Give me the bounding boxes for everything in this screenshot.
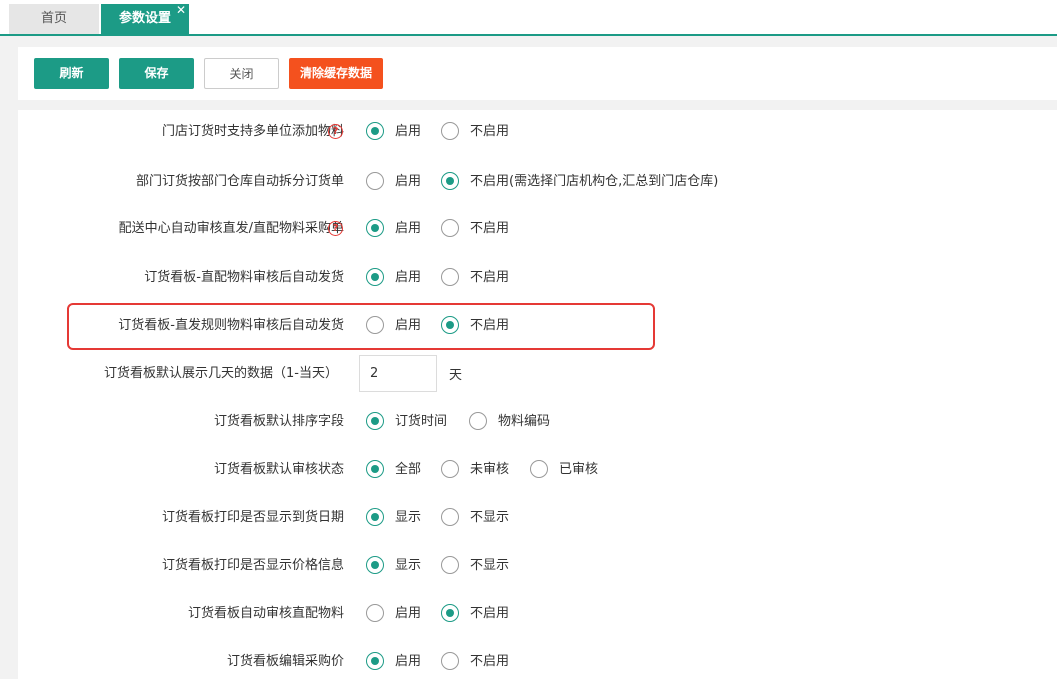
radio-label: 物料编码: [498, 414, 551, 429]
tab-label: 参数设置: [118, 11, 171, 26]
setting-label: 订货看板打印是否显示到货日期: [161, 510, 344, 525]
setting-row: 订货看板默认审核状态 全部 未审核 已审核: [18, 455, 1057, 485]
radio-circle-icon: [366, 219, 384, 237]
radio-label: 启用: [395, 654, 422, 669]
radio-label: 已审核: [559, 462, 599, 477]
setting-label: 订货看板默认展示几天的数据（1-当天）: [104, 366, 338, 381]
radio-circle-icon: [366, 604, 384, 622]
radio-circle-icon: [441, 556, 459, 574]
setting-row: 订货看板-直发规则物料审核后自动发货 启用 不启用: [18, 311, 1057, 341]
setting-row: 订货看板打印是否显示价格信息 显示 不显示: [18, 551, 1057, 581]
setting-row: 配送中心自动审核直发/直配物料采购单 ? 启用 不启用: [18, 214, 1057, 244]
setting-label: 部门订货按部门仓库自动拆分订货单: [135, 174, 344, 189]
radio-circle-icon: [366, 122, 384, 140]
radio-circle-icon: [366, 508, 384, 526]
setting-label: 门店订货时支持多单位添加物料: [161, 124, 344, 139]
close-button[interactable]: 关闭: [204, 58, 279, 89]
radio-circle-icon: [366, 556, 384, 574]
radio-circle-icon: [366, 652, 384, 670]
radio-circle-icon: [366, 460, 384, 478]
radio-circle-icon: [441, 172, 459, 190]
radio-label: 不显示: [470, 510, 510, 525]
radio-label: 启用: [395, 318, 422, 333]
radio-circle-icon: [366, 316, 384, 334]
radio-label: 启用: [395, 174, 422, 189]
radio-label: 订货时间: [395, 414, 448, 429]
radio-circle-icon: [469, 412, 487, 430]
setting-row: 订货看板默认展示几天的数据（1-当天）: [18, 359, 1057, 389]
radio-circle-icon: [366, 268, 384, 286]
radio-label: 启用: [395, 124, 422, 139]
help-icon[interactable]: ?: [328, 221, 343, 236]
radio-circle-icon: [441, 268, 459, 286]
radio-circle-icon: [441, 652, 459, 670]
radio-circle-icon: [441, 316, 459, 334]
radio-circle-icon: [441, 219, 459, 237]
radio-label: 不启用: [470, 270, 510, 285]
radio-label: 不启用: [470, 221, 510, 236]
radio-label: 不启用: [470, 654, 510, 669]
refresh-button[interactable]: 刷新: [34, 58, 109, 89]
settings-panel: 门店订货时支持多单位添加物料 ? 启用 不启用 部门订货按部门仓库自动拆分订货单…: [18, 110, 1057, 679]
setting-row: 订货看板-直配物料审核后自动发货 启用 不启用: [18, 263, 1057, 293]
setting-label: 订货看板默认审核状态: [213, 462, 344, 477]
radio-label: 启用: [395, 270, 422, 285]
radio-label: 不启用(需选择门店机构仓,汇总到门店仓库): [470, 174, 719, 189]
save-button[interactable]: 保存: [119, 58, 194, 89]
setting-row: 订货看板默认排序字段 订货时间 物料编码: [18, 407, 1057, 437]
setting-label: 订货看板-直发规则物料审核后自动发货: [118, 318, 344, 333]
tab-parameter-settings[interactable]: 参数设置 ✕: [101, 3, 189, 34]
setting-label: 订货看板编辑采购价: [226, 654, 344, 669]
setting-label: 订货看板默认排序字段: [213, 414, 344, 429]
radio-circle-icon: [441, 508, 459, 526]
setting-row: 订货看板自动审核直配物料 启用 不启用: [18, 599, 1057, 629]
radio-label: 显示: [395, 510, 422, 525]
radio-circle-icon: [530, 460, 548, 478]
toolbar: 刷新 保存 关闭 清除缓存数据: [18, 47, 1057, 100]
tab-bar: 首页 参数设置 ✕: [0, 0, 1057, 36]
setting-label: 订货看板-直配物料审核后自动发货: [144, 270, 344, 285]
radio-label: 全部: [395, 462, 422, 477]
radio-circle-icon: [441, 122, 459, 140]
radio-circle-icon: [366, 412, 384, 430]
radio-label: 不启用: [470, 124, 510, 139]
close-icon[interactable]: ✕: [176, 0, 186, 25]
radio-circle-icon: [366, 172, 384, 190]
unit-label: 天: [449, 368, 463, 383]
radio-label: 未审核: [470, 462, 510, 477]
setting-row: 门店订货时支持多单位添加物料 ? 启用 不启用: [18, 117, 1057, 147]
help-icon[interactable]: ?: [328, 124, 343, 139]
radio-label: 启用: [395, 606, 422, 621]
setting-row: 订货看板打印是否显示到货日期 显示 不显示: [18, 503, 1057, 533]
days-input[interactable]: [359, 355, 437, 392]
setting-label: 订货看板自动审核直配物料: [187, 606, 344, 621]
setting-label: 订货看板打印是否显示价格信息: [161, 558, 344, 573]
radio-label: 不启用: [470, 606, 510, 621]
radio-label: 不显示: [470, 558, 510, 573]
radio-label: 不启用: [470, 318, 510, 333]
tab-home[interactable]: 首页: [9, 4, 99, 34]
setting-row: 部门订货按部门仓库自动拆分订货单 启用 不启用(需选择门店机构仓,汇总到门店仓库…: [18, 167, 1057, 197]
clear-cache-button[interactable]: 清除缓存数据: [289, 58, 383, 89]
setting-row: 订货看板编辑采购价 启用 不启用: [18, 647, 1057, 677]
radio-label: 启用: [395, 221, 422, 236]
setting-label: 配送中心自动审核直发/直配物料采购单: [118, 221, 344, 236]
radio-circle-icon: [441, 604, 459, 622]
radio-circle-icon: [441, 460, 459, 478]
radio-label: 显示: [395, 558, 422, 573]
